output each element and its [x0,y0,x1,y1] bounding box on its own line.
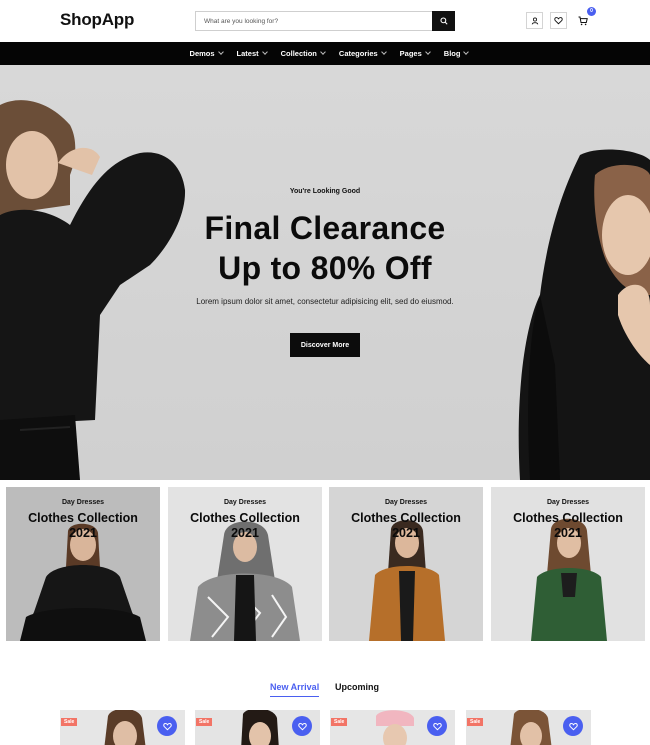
collection-title: Clothes Collection [28,511,138,525]
chevron-down-icon [261,49,268,55]
heart-icon [432,722,442,730]
user-icon [531,17,538,25]
wishlist-button[interactable] [563,716,583,736]
wishlist-button[interactable] [292,716,312,736]
hero-description: Lorem ipsum dolor sit amet, consectetur … [196,297,454,306]
product-card[interactable]: Sale [330,710,455,745]
wishlist-button[interactable] [550,12,567,29]
collection-subtitle: Day Dresses [384,499,428,506]
nav-item-label: Collection [280,49,317,58]
product-card[interactable]: Sale [466,710,591,745]
hero-banner: You're Looking Good Final Clearance Up t… [0,65,650,480]
sale-badge: Sale [61,718,78,726]
nav-item-label: Pages [399,49,422,58]
cart-icon [578,16,588,25]
nav-item-label: Latest [236,49,259,58]
nav-item-label: Categories [338,49,378,58]
collection-title: Clothes Collection [351,511,461,525]
collection-subtitle: Day Dresses [546,499,590,506]
collection-card[interactable]: Day Dresses Clothes Collection 2021 [168,487,322,641]
nav-item-label: Blog [443,49,461,58]
chevron-down-icon [424,49,431,55]
nav-item-categories[interactable]: Categories [338,49,387,58]
chevron-down-icon [320,49,326,55]
hero-eyebrow: You're Looking Good [289,188,361,195]
search-button[interactable] [432,11,455,31]
chevron-down-icon [217,49,224,55]
discover-more-button[interactable]: Discover More [290,333,360,357]
heart-icon [297,722,307,730]
cart-button[interactable]: 0 [574,7,596,29]
site-header: ShopApp 0 [0,0,650,42]
collection-title: Clothes Collection [513,511,623,525]
product-card[interactable]: Sale [195,710,320,745]
collection-title: Clothes Collection [190,511,300,525]
logo[interactable]: ShopApp [60,10,134,30]
main-nav: Demos Latest Collection Categories Pages… [0,42,650,65]
collection-subtitle: Day Dresses [61,499,105,506]
collection-subtitle: Day Dresses [223,499,267,506]
sale-badge: Sale [331,718,348,726]
account-button[interactable] [526,12,543,29]
nav-item-latest[interactable]: Latest [236,49,268,58]
tab-upcoming[interactable]: Upcoming [335,682,379,692]
collection-card[interactable]: Day Dresses Clothes Collection 2021 [6,487,160,641]
heart-icon [568,722,578,730]
heart-icon [554,17,563,25]
nav-item-pages[interactable]: Pages [399,49,431,58]
sale-badge: Sale [196,718,213,726]
wishlist-button[interactable] [157,716,177,736]
nav-item-label: Demos [189,49,215,58]
collection-year: 2021 [69,526,97,540]
search-icon [439,17,448,25]
hero-title-line: Final Clearance [204,210,446,246]
tab-new-arrival[interactable]: New Arrival [270,682,320,697]
hero-title: Final Clearance Up to 80% Off [0,208,650,288]
search-bar [195,11,455,31]
cart-count-badge: 0 [587,7,596,16]
heart-icon [162,722,172,730]
collection-year: 2021 [231,526,259,540]
nav-item-blog[interactable]: Blog [443,49,470,58]
collection-year: 2021 [554,526,582,540]
collection-card[interactable]: Day Dresses Clothes Collection 2021 [329,487,483,641]
chevron-down-icon [463,49,470,55]
nav-item-demos[interactable]: Demos [189,49,224,58]
hero-title-line: Up to 80% Off [218,250,432,286]
collection-year: 2021 [392,526,420,540]
chevron-down-icon [380,49,387,55]
sale-badge: Sale [467,718,484,726]
collection-card[interactable]: Day Dresses Clothes Collection 2021 [491,487,645,641]
search-input[interactable] [196,12,433,30]
product-card[interactable]: Sale [60,710,185,745]
nav-item-collection[interactable]: Collection [280,49,326,58]
wishlist-button[interactable] [427,716,447,736]
